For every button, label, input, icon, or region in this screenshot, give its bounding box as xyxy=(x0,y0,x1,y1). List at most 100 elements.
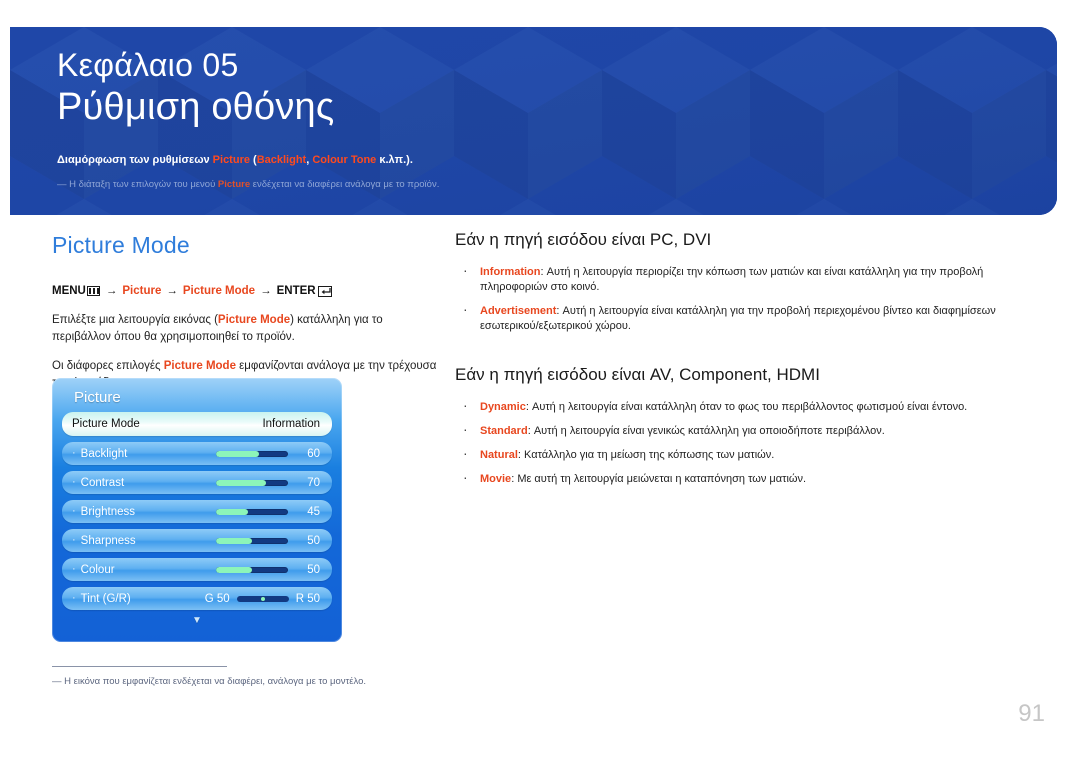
footnote-text: ― Η εικόνα που εμφανίζεται ενδέχεται να … xyxy=(52,675,452,688)
osd-slider-sharpness[interactable] xyxy=(216,537,288,544)
bullet-text: Αυτή η λειτουργία είναι κατάλληλη όταν τ… xyxy=(531,401,968,413)
osd-value-brightness: 45 xyxy=(307,505,320,518)
list-item: Advertisement: Αυτή η λειτουργία είναι κ… xyxy=(455,302,1035,334)
bullet-list-pc-dvi: Information: Αυτή η λειτουργία περιορίζε… xyxy=(455,263,1035,334)
banner-note-pre: Η διάταξη των επιλογών του μενού xyxy=(66,179,218,190)
bullet-text: Με αυτή τη λειτουργία μειώνεται η καταπό… xyxy=(517,473,807,485)
banner-subtitle-paren-open: ( xyxy=(249,154,257,166)
osd-slider-contrast[interactable] xyxy=(216,479,288,486)
osd-row-picture-mode[interactable]: Picture Mode Information xyxy=(62,412,332,436)
page-number: 91 xyxy=(1018,700,1045,727)
heading-av-component-hdmi: Εάν η πηγή εισόδου είναι AV, Component, … xyxy=(455,365,820,384)
footnote-body: Η εικόνα που εμφανίζεται ενδέχεται να δι… xyxy=(61,676,367,687)
footnote-divider xyxy=(52,666,227,667)
osd-label-brightness: Brightness xyxy=(80,505,136,518)
page-title: Picture Mode xyxy=(52,232,190,258)
osd-label-tint: Tint (G/R) xyxy=(80,592,131,605)
bullet-term-natural: Natural xyxy=(480,449,518,461)
osd-menu-panel[interactable]: Picture Picture Mode Information · Backl… xyxy=(52,378,342,642)
banner-note-post: ενδέχεται να διαφέρει ανάλογα με το προϊ… xyxy=(250,179,440,190)
osd-row-sharpness[interactable]: · Sharpness 50 xyxy=(62,529,332,552)
osd-value-colour: 50 xyxy=(307,563,320,576)
heading-pc-dvi: Εάν η πηγή εισόδου είναι PC, DVI xyxy=(455,230,712,249)
menu-path-step-picture: Picture xyxy=(122,285,162,297)
osd-slider-colour[interactable] xyxy=(216,566,288,573)
osd-bullet-icon: · xyxy=(72,447,76,459)
document-page: Κεφάλαιο 05 Ρύθμιση οθόνης Διαμόρφωση τω… xyxy=(0,0,1080,763)
osd-row-brightness[interactable]: · Brightness 45 xyxy=(62,500,332,523)
menu-path-enter-label: ENTER xyxy=(276,285,316,297)
osd-value-picture-mode: Information xyxy=(262,418,320,430)
menu-bars-icon xyxy=(86,286,100,296)
section-av-component-hdmi: Εάν η πηγή εισόδου είναι AV, Component, … xyxy=(455,363,1035,487)
osd-slider-backlight[interactable] xyxy=(216,450,288,457)
osd-value-sharpness: 50 xyxy=(307,534,320,547)
osd-label-sharpness: Sharpness xyxy=(80,534,136,547)
paragraph-1-highlight: Picture Mode xyxy=(217,314,291,326)
paragraph-1: Επιλέξτε μια λειτουργία εικόνας (Picture… xyxy=(52,312,444,345)
osd-tint-control[interactable]: G 50 R 50 xyxy=(205,593,320,605)
osd-row-backlight[interactable]: · Backlight 60 xyxy=(62,442,332,465)
osd-tint-right-label: R 50 xyxy=(295,592,320,605)
menu-path: MENU → Picture → Picture Mode → ENTER xyxy=(52,283,444,299)
osd-label-backlight: Backlight xyxy=(80,447,128,460)
paragraph-2-pre: Οι διάφορες επιλογές xyxy=(52,360,164,372)
banner-note-dash: ― xyxy=(57,179,67,190)
chevron-down-icon[interactable]: ▼ xyxy=(62,616,332,626)
bullet-term-standard: Standard xyxy=(480,425,528,437)
footnote-dash: ― xyxy=(52,676,62,687)
banner-subtitle-colour-tone: Colour Tone xyxy=(312,154,377,166)
osd-label-contrast: Contrast xyxy=(80,476,125,489)
chapter-title: Ρύθμιση οθόνης xyxy=(57,86,335,128)
list-item: Movie: Με αυτή τη λειτουργία μειώνεται η… xyxy=(455,470,1035,487)
osd-row-tint[interactable]: · Tint (G/R) G 50 R 50 xyxy=(62,587,332,610)
menu-path-arrow-2: → xyxy=(166,285,178,297)
osd-bullet-icon: · xyxy=(72,476,76,488)
list-item: Natural: Κατάλληλο για τη μείωση της κόπ… xyxy=(455,446,1035,463)
osd-row-contrast[interactable]: · Contrast 70 xyxy=(62,471,332,494)
osd-value-contrast: 70 xyxy=(307,476,320,489)
osd-tint-bar[interactable] xyxy=(236,595,289,602)
chapter-number-label: Κεφάλαιο 05 xyxy=(57,47,239,83)
footnote-block: ― Η εικόνα που εμφανίζεται ενδέχεται να … xyxy=(52,666,452,688)
banner-subtitle-pre: Διαμόρφωση των ρυθμίσεων xyxy=(57,154,213,166)
enter-return-icon xyxy=(317,285,332,297)
bullet-text: Κατάλληλο για τη μείωση της κόπωσης των … xyxy=(524,449,775,461)
left-column: Picture Mode MENU → Picture → Picture Mo… xyxy=(52,230,444,391)
bullet-text: Αυτή η λειτουργία περιορίζει την κόπωση … xyxy=(480,266,984,293)
bullet-text: Αυτή η λειτουργία είναι γενικώς κατάλληλ… xyxy=(533,425,885,437)
banner-note: ― Η διάταξη των επιλογών του μενού Pictu… xyxy=(57,178,1057,191)
osd-label-picture-mode: Picture Mode xyxy=(72,418,140,430)
osd-row-colour[interactable]: · Colour 50 xyxy=(62,558,332,581)
osd-bullet-icon: · xyxy=(72,592,76,604)
menu-path-arrow-3: → xyxy=(260,285,272,297)
chapter-banner: Κεφάλαιο 05 Ρύθμιση οθόνης Διαμόρφωση τω… xyxy=(10,27,1057,215)
osd-panel-title: Picture xyxy=(74,389,121,406)
bullet-term-advertisement: Advertisement xyxy=(480,305,557,317)
list-item: Standard: Αυτή η λειτουργία είναι γενικώ… xyxy=(455,422,1035,439)
banner-subtitle-picture: Picture xyxy=(212,154,250,166)
osd-slider-brightness[interactable] xyxy=(216,508,288,515)
osd-bullet-icon: · xyxy=(72,534,76,546)
osd-tint-left-label: G 50 xyxy=(204,592,230,605)
banner-subtitle: Διαμόρφωση των ρυθμίσεων Picture (Backli… xyxy=(57,153,1057,167)
osd-bullet-icon: · xyxy=(72,563,76,575)
osd-label-colour: Colour xyxy=(80,563,115,576)
menu-path-menu-label: MENU xyxy=(52,285,86,297)
menu-path-arrow-1: → xyxy=(105,285,118,297)
right-column: Εάν η πηγή εισόδου είναι PC, DVI Informa… xyxy=(455,228,1035,496)
paragraph-2-highlight: Picture Mode xyxy=(163,360,236,372)
list-item: Information: Αυτή η λειτουργία περιορίζε… xyxy=(455,263,1035,295)
bullet-term-information: Information xyxy=(480,266,541,278)
osd-bullet-icon: · xyxy=(72,505,76,517)
banner-note-picture: Picture xyxy=(217,179,251,190)
banner-subtitle-post: κ.λπ.). xyxy=(376,154,413,166)
bullet-list-av-component-hdmi: Dynamic: Αυτή η λειτουργία είναι κατάλλη… xyxy=(455,398,1035,487)
menu-path-step-picture-mode: Picture Mode xyxy=(182,285,256,297)
bullet-term-dynamic: Dynamic xyxy=(480,401,526,413)
banner-subtitle-backlight: Backlight xyxy=(256,154,307,166)
bullet-term-movie: Movie xyxy=(480,473,512,485)
paragraph-1-pre: Επιλέξτε μια λειτουργία εικόνας ( xyxy=(52,314,218,326)
osd-value-backlight: 60 xyxy=(307,447,320,460)
list-item: Dynamic: Αυτή η λειτουργία είναι κατάλλη… xyxy=(455,398,1035,415)
